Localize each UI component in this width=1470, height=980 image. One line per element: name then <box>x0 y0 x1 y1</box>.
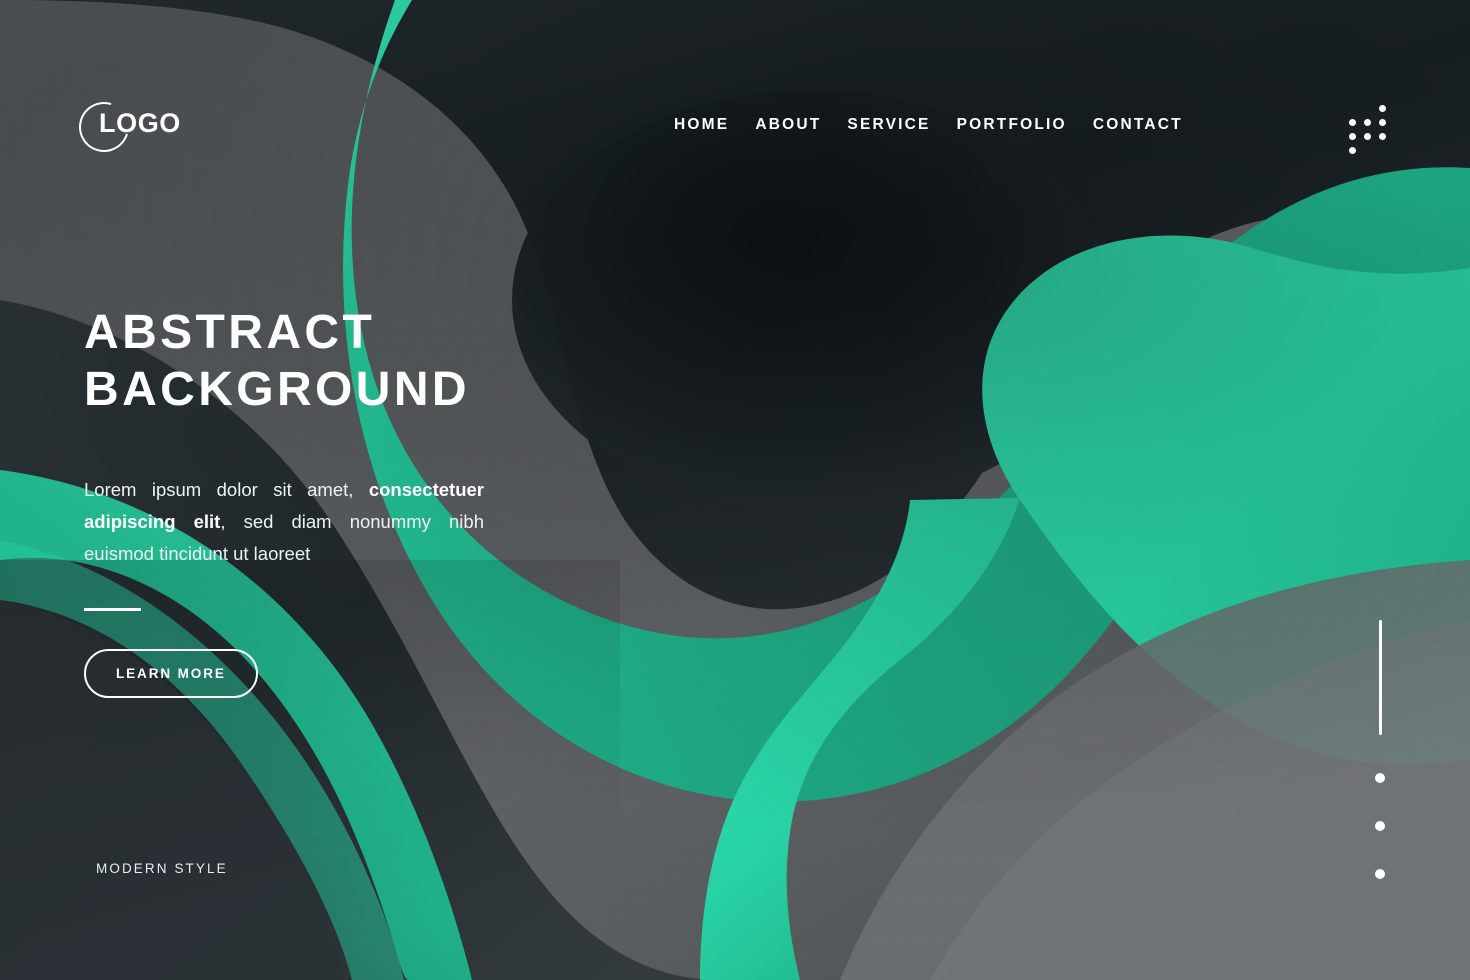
menu-dot <box>1364 119 1371 126</box>
logo-text: LOGO <box>99 108 181 138</box>
page-title: ABSTRACT BACKGROUND <box>84 306 470 416</box>
menu-dot <box>1379 105 1386 112</box>
brand-logo[interactable]: LOGO <box>70 93 191 161</box>
hero-paragraph-lead: Lorem ipsum dolor sit amet, <box>84 479 369 501</box>
menu-dot <box>1349 147 1356 154</box>
page-content: LOGO HOME ABOUT SERVICE PORTFOLIO CONTAC… <box>0 0 1470 980</box>
main-navigation: HOME ABOUT SERVICE PORTFOLIO CONTACT <box>674 112 1183 138</box>
slide-dot-2[interactable] <box>1375 821 1385 831</box>
nav-home[interactable]: HOME <box>674 112 742 138</box>
nav-portfolio[interactable]: PORTFOLIO <box>944 112 1080 138</box>
modern-style-tagline: MODERN STYLE <box>96 861 228 876</box>
menu-dot <box>1349 119 1356 126</box>
nav-about[interactable]: ABOUT <box>742 112 834 138</box>
menu-dot <box>1379 133 1386 140</box>
slide-dot-3[interactable] <box>1375 869 1385 879</box>
landing-page-canvas: LOGO HOME ABOUT SERVICE PORTFOLIO CONTAC… <box>0 0 1470 980</box>
hero-paragraph: Lorem ipsum dolor sit amet, consectetuer… <box>84 474 484 569</box>
learn-more-button[interactable]: LEARN MORE <box>84 648 258 698</box>
nav-service[interactable]: SERVICE <box>834 112 943 138</box>
menu-dot <box>1364 133 1371 140</box>
hero-divider <box>84 607 141 611</box>
menu-dot <box>1349 133 1356 140</box>
dot-grid-menu-icon[interactable] <box>1348 104 1396 154</box>
slide-dot-1[interactable] <box>1375 773 1385 783</box>
slider-pagination <box>1374 620 1386 879</box>
menu-dot <box>1379 119 1386 126</box>
site-header: LOGO HOME ABOUT SERVICE PORTFOLIO CONTAC… <box>0 0 1470 250</box>
active-slide-bar[interactable] <box>1378 620 1382 735</box>
hero-section: ABSTRACT BACKGROUND Lorem ipsum dolor si… <box>84 305 554 698</box>
nav-contact[interactable]: CONTACT <box>1080 112 1183 138</box>
